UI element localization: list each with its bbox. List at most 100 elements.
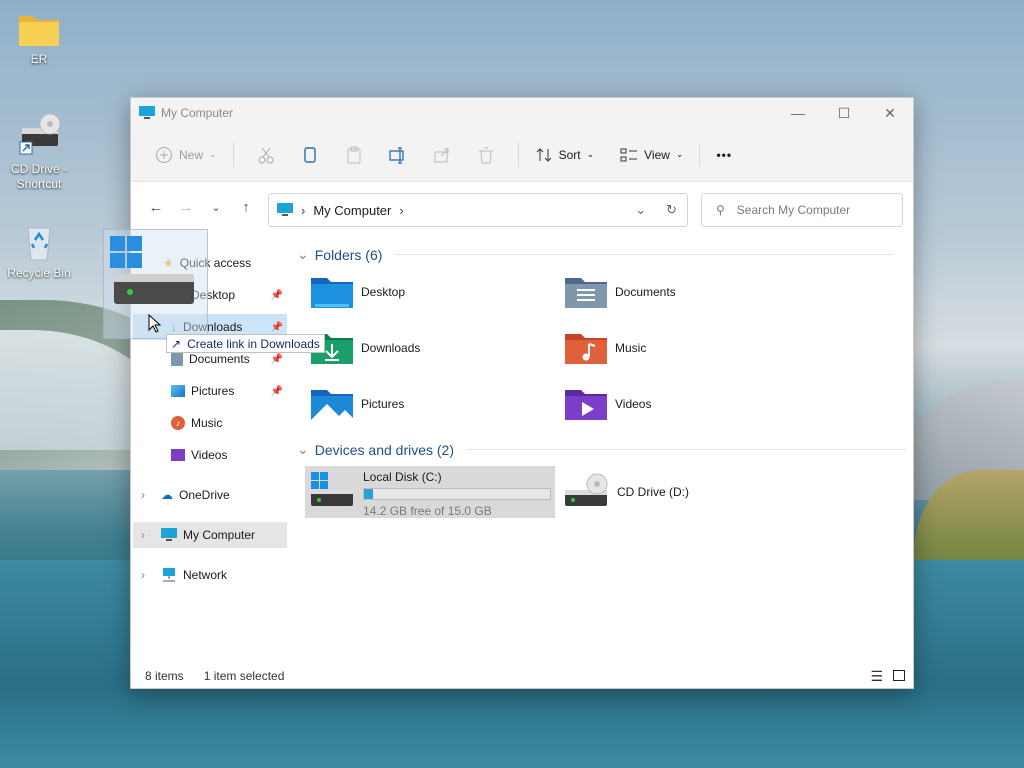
folder-documents[interactable]: Documents — [565, 274, 676, 310]
desktop-icon-er[interactable]: ER — [4, 10, 74, 67]
forward-button[interactable]: → — [171, 192, 201, 222]
toolbar-divider — [699, 142, 701, 167]
rename-button[interactable] — [382, 139, 414, 171]
back-button[interactable]: ← — [141, 192, 171, 222]
mouse-cursor-icon — [148, 314, 162, 333]
expand-chevron-icon[interactable]: › — [141, 528, 161, 542]
sidebar-item-my-computer[interactable]: › My Computer — [133, 522, 287, 548]
view-button[interactable]: View ⌄ — [614, 139, 689, 171]
cut-button[interactable] — [250, 139, 282, 171]
file-explorer-window: My Computer — ☐ ✕ New ⌄ Sort ⌄ View ⌄ ••… — [130, 97, 914, 689]
folder-videos[interactable]: Videos — [565, 386, 651, 422]
cloud-icon: ☁ — [161, 488, 173, 502]
delete-button[interactable] — [470, 139, 502, 171]
expand-chevron-icon[interactable]: › — [141, 568, 161, 582]
paste-icon — [347, 146, 361, 163]
sidebar-item-pictures[interactable]: Pictures 📌 — [133, 378, 287, 404]
pin-icon: 📌 — [270, 353, 283, 365]
minimize-button[interactable]: — — [775, 98, 821, 128]
tiles-view-icon[interactable] — [893, 669, 905, 681]
search-icon: ⚲ — [716, 203, 725, 217]
sidebar-item-network[interactable]: › Network — [133, 562, 287, 588]
details-view-icon[interactable]: ☰ — [870, 668, 883, 685]
view-list-icon — [620, 148, 638, 161]
sidebar-item-onedrive[interactable]: › ☁ OneDrive — [133, 482, 287, 508]
collapse-chevron-icon: ⌄ — [297, 441, 309, 457]
desktop-icon-cd-shortcut[interactable]: CD Drive - Shortcut — [4, 112, 74, 192]
drive-label: Local Disk (C:) — [363, 470, 442, 484]
desktop-icon-label: ER — [30, 52, 48, 66]
drive-local-disk-c[interactable]: Local Disk (C:) 14.2 GB free of 15.0 GB — [305, 466, 555, 518]
new-label: New — [179, 147, 204, 162]
new-button[interactable]: New ⌄ — [149, 139, 223, 171]
link-arrow-icon: ↗ — [171, 336, 182, 351]
desktop-icon-label: CD Drive - Shortcut — [11, 162, 67, 191]
folder-pictures[interactable]: Pictures — [311, 386, 404, 422]
title-bar[interactable]: My Computer — ☐ ✕ — [131, 98, 913, 128]
pin-icon: 📌 — [270, 289, 283, 301]
paste-button[interactable] — [338, 139, 370, 171]
recycle-bin-icon — [27, 227, 51, 261]
sort-icon — [536, 147, 551, 162]
pictures-icon — [171, 385, 185, 397]
sidebar-item-videos[interactable]: Videos — [133, 442, 287, 468]
pin-icon: 📌 — [270, 321, 283, 333]
share-icon — [434, 148, 449, 162]
breadcrumb-separator: › — [399, 202, 404, 218]
sort-button[interactable]: Sort ⌄ — [529, 139, 601, 171]
item-count: 8 items — [145, 669, 184, 683]
desktop-icon-label: Recycle Bin — [7, 266, 71, 280]
view-label: View — [644, 147, 670, 162]
command-bar: New ⌄ Sort ⌄ View ⌄ ••• — [131, 128, 913, 182]
breadcrumb-separator: › — [301, 202, 306, 218]
folder-music[interactable]: Music — [565, 330, 646, 366]
search-placeholder: Search My Computer — [736, 203, 851, 217]
pin-icon: 📌 — [270, 385, 283, 397]
copy-icon — [303, 146, 316, 163]
share-button[interactable] — [426, 139, 458, 171]
computer-icon — [277, 203, 293, 216]
address-bar[interactable]: › My Computer › ⌄ ↻ — [268, 193, 688, 227]
sidebar-item-music[interactable]: ♪ Music — [133, 410, 287, 436]
videos-folder-icon — [565, 390, 607, 420]
more-options-button[interactable]: ••• — [710, 139, 738, 171]
up-button[interactable]: ↑ — [231, 192, 261, 222]
drive-label: CD Drive (D:) — [617, 485, 689, 499]
folder-desktop[interactable]: Desktop — [311, 274, 405, 310]
trash-icon — [478, 147, 493, 163]
desktop-icon-recycle-bin[interactable]: Recycle Bin — [4, 222, 74, 281]
chevron-down-icon: ⌄ — [209, 149, 217, 159]
drive-usage-fill — [364, 489, 374, 499]
copy-button[interactable] — [294, 139, 326, 171]
expand-chevron-icon[interactable]: › — [141, 488, 161, 502]
close-button[interactable]: ✕ — [867, 98, 913, 128]
documents-folder-icon — [565, 278, 607, 308]
devices-group-header[interactable]: ⌄ Devices and drives (2) — [297, 441, 907, 458]
music-folder-icon — [565, 334, 607, 364]
cd-drive-icon — [19, 113, 61, 155]
documents-icon — [171, 352, 183, 366]
local-disk-icon — [311, 472, 353, 506]
toolbar-divider — [517, 142, 519, 167]
window-title: My Computer — [161, 106, 234, 120]
pictures-folder-icon — [311, 390, 353, 420]
navigation-bar: ← → ⌄ ↑ › My Computer › ⌄ ↻ ⚲ Search My … — [131, 182, 913, 232]
recent-locations-button[interactable]: ⌄ — [201, 192, 231, 222]
chevron-down-icon: ⌄ — [675, 149, 684, 159]
search-box[interactable]: ⚲ Search My Computer — [701, 193, 903, 227]
address-dropdown-icon[interactable]: ⌄ — [635, 202, 646, 218]
refresh-icon[interactable]: ↻ — [666, 202, 677, 218]
folders-group-header[interactable]: ⌄ Folders (6) — [297, 246, 895, 263]
drive-cd-d[interactable]: CD Drive (D:) — [565, 470, 689, 514]
computer-icon — [161, 528, 177, 541]
breadcrumb-my-computer[interactable]: My Computer — [313, 203, 391, 218]
maximize-button[interactable]: ☐ — [821, 98, 867, 128]
selected-count: 1 item selected — [203, 669, 285, 683]
plus-circle-icon — [156, 146, 172, 163]
scissors-icon — [258, 147, 274, 163]
rename-icon — [388, 146, 404, 164]
content-pane: ⌄ Folders (6) Desktop Documents Download… — [291, 234, 913, 654]
collapse-chevron-icon: ⌄ — [297, 246, 309, 262]
folder-downloads[interactable]: Downloads — [311, 330, 420, 366]
sort-label: Sort — [558, 147, 581, 162]
